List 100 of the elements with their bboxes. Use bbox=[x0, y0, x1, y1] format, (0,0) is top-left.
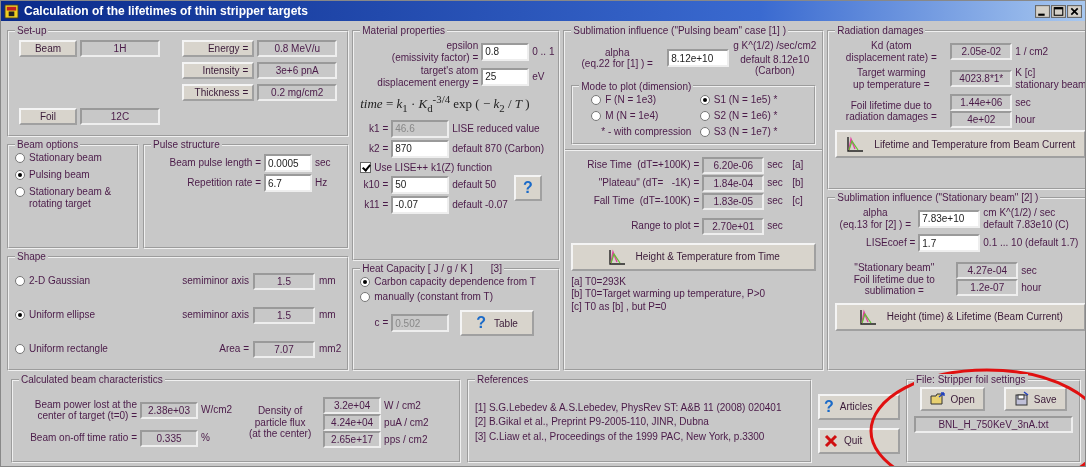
checkbox-label: Use LISE++ k1(Z) function bbox=[374, 161, 493, 174]
field-label: Density of particle flux (at the center) bbox=[247, 405, 313, 440]
maximize-icon[interactable] bbox=[1051, 4, 1066, 18]
group-title: References bbox=[476, 374, 530, 385]
radio-button[interactable] bbox=[15, 153, 25, 163]
option-label: manually (constant from T) bbox=[374, 291, 493, 303]
radio-button[interactable] bbox=[15, 310, 25, 320]
open-button[interactable]: Open bbox=[920, 387, 985, 411]
folder-icon bbox=[930, 391, 947, 407]
field-label: Beam on-off time ratio = bbox=[29, 432, 137, 444]
radio-button[interactable] bbox=[591, 110, 602, 121]
input-field[interactable]: -0.07 bbox=[391, 195, 450, 214]
footnote-text: [b] T0=Target warming up temperature, P>0 bbox=[571, 288, 767, 301]
help-button[interactable]: ? bbox=[513, 174, 542, 201]
save-button[interactable]: Save bbox=[1003, 387, 1067, 411]
field-label: semiminor axis bbox=[181, 309, 249, 321]
close-icon[interactable] bbox=[1067, 4, 1082, 18]
unit-label: mm bbox=[319, 275, 336, 287]
option-label: Uniform rectangle bbox=[29, 343, 108, 355]
field-label: semiminor axis bbox=[181, 275, 249, 287]
note-text: 0.1 ... 10 (default 1.7) bbox=[983, 237, 1079, 249]
reference-mark: [a] bbox=[792, 159, 804, 171]
value-display: 2.65e+17 bbox=[323, 431, 382, 448]
option-label: S3 (N = 1e7) * bbox=[713, 125, 778, 138]
unit-label: mm bbox=[319, 309, 336, 321]
field-label: Foil lifetime due to radiation damages = bbox=[844, 99, 938, 123]
radio-button[interactable] bbox=[360, 292, 371, 302]
radio-button[interactable] bbox=[360, 277, 371, 287]
field-label: Kd (atom displacement rate) = bbox=[844, 40, 938, 63]
articles-button[interactable]: ? Articles bbox=[818, 393, 900, 420]
field-label: Repetition rate = bbox=[186, 177, 261, 189]
option-label: Stationary beam & rotating target bbox=[29, 186, 113, 210]
chart-icon bbox=[607, 248, 626, 265]
radio-button[interactable] bbox=[15, 344, 25, 354]
unit-label: sec bbox=[315, 157, 331, 169]
group-title: Shape bbox=[16, 251, 47, 262]
unit-label: sec bbox=[767, 159, 784, 171]
table-button[interactable]: ? Table bbox=[460, 310, 534, 336]
close-icon bbox=[824, 433, 838, 448]
input-field[interactable]: 0.0005 bbox=[264, 154, 312, 172]
field-label: LISEcoef = bbox=[865, 237, 916, 249]
field-label: "Plateau" (dT= -1K) = bbox=[597, 177, 700, 189]
checkbox[interactable] bbox=[360, 162, 372, 174]
radio-button[interactable] bbox=[15, 187, 25, 197]
selector-button[interactable]: Foil bbox=[19, 108, 77, 125]
parameter-button[interactable]: Intensity = bbox=[182, 62, 255, 79]
reference-mark: [c] bbox=[792, 195, 803, 207]
value-display: 1H bbox=[80, 40, 160, 57]
selector-button[interactable]: Beam bbox=[19, 40, 77, 57]
input-field[interactable]: 1.7 bbox=[918, 234, 981, 252]
plot-button[interactable]: Height & Temperature from Time bbox=[571, 242, 817, 271]
note-text: default 50 bbox=[452, 179, 497, 191]
value-display: 12C bbox=[80, 108, 160, 125]
radio-button[interactable] bbox=[699, 110, 710, 121]
field-label: k11 = bbox=[363, 199, 389, 211]
value-display: 3e+6 pnA bbox=[257, 62, 338, 79]
input-field[interactable]: 50 bbox=[391, 175, 450, 194]
unit-label: mm2 bbox=[319, 343, 342, 355]
value-display: 1.44e+06 bbox=[950, 94, 1013, 111]
parameter-button[interactable]: Thickness = bbox=[182, 84, 255, 101]
input-field[interactable]: 6.7 bbox=[264, 174, 312, 192]
input-field[interactable]: 870 bbox=[391, 139, 450, 158]
note-text: default -0.07 bbox=[452, 199, 508, 211]
radio-button[interactable] bbox=[699, 94, 710, 105]
footnote-text: [a] T0=293K bbox=[571, 275, 627, 288]
unit-label: 1 / cm2 bbox=[1015, 45, 1049, 58]
radio-button[interactable] bbox=[15, 276, 25, 286]
radio-button[interactable] bbox=[15, 170, 25, 180]
plot-button[interactable]: Height (time) & Lifetime (Beam Current) bbox=[835, 302, 1085, 331]
group-title: Radiation damages bbox=[836, 25, 925, 36]
quit-button[interactable]: Quit bbox=[818, 427, 900, 454]
value-display: BNL_H_750KeV_3nA.txt bbox=[914, 416, 1073, 433]
value-display: 3.2e+04 bbox=[323, 397, 382, 414]
value-display: 7.07 bbox=[253, 340, 315, 358]
unit-label: sec bbox=[1021, 265, 1037, 277]
field-label: Target warming up temperature = bbox=[852, 67, 931, 90]
field-label: Fall Time (dT=-100K) = bbox=[592, 195, 700, 207]
unit-label: cm K^(1/2) / sec default 7.83e10 (C) bbox=[983, 207, 1069, 230]
option-label: Carbon capacity dependence from T bbox=[374, 276, 536, 288]
input-field[interactable]: 7.83e+10 bbox=[918, 209, 981, 228]
value-display: 6.20e-06 bbox=[702, 156, 765, 174]
unit-label: hour bbox=[1021, 282, 1042, 294]
input-field[interactable]: 0.8 bbox=[481, 42, 530, 61]
field-label: Rise Time (dT=+100K) = bbox=[586, 159, 700, 171]
note-text: * - with compression bbox=[600, 125, 693, 138]
field-label: Range to plot = bbox=[630, 220, 700, 232]
input-field[interactable]: 8.12e+10 bbox=[667, 49, 730, 68]
option-label: Pulsing beam bbox=[29, 169, 90, 181]
parameter-button[interactable]: Energy = bbox=[182, 40, 255, 57]
radio-button[interactable] bbox=[591, 94, 602, 105]
minimize-icon[interactable] bbox=[1035, 4, 1050, 18]
plot-button[interactable]: Lifetime and Temperature from Beam Current bbox=[835, 130, 1085, 158]
radio-button[interactable] bbox=[699, 126, 710, 137]
input-field[interactable]: 25 bbox=[481, 67, 530, 86]
field-label: alpha (eq.13 for [2] ) = bbox=[838, 207, 912, 230]
unit-label: sec bbox=[1015, 96, 1031, 109]
unit-label: W / cm2 bbox=[384, 399, 421, 412]
value-display: 1.84e-04 bbox=[702, 174, 765, 192]
value-display: 4023.8*1* bbox=[950, 70, 1013, 87]
group-title: Beam options bbox=[16, 139, 80, 150]
